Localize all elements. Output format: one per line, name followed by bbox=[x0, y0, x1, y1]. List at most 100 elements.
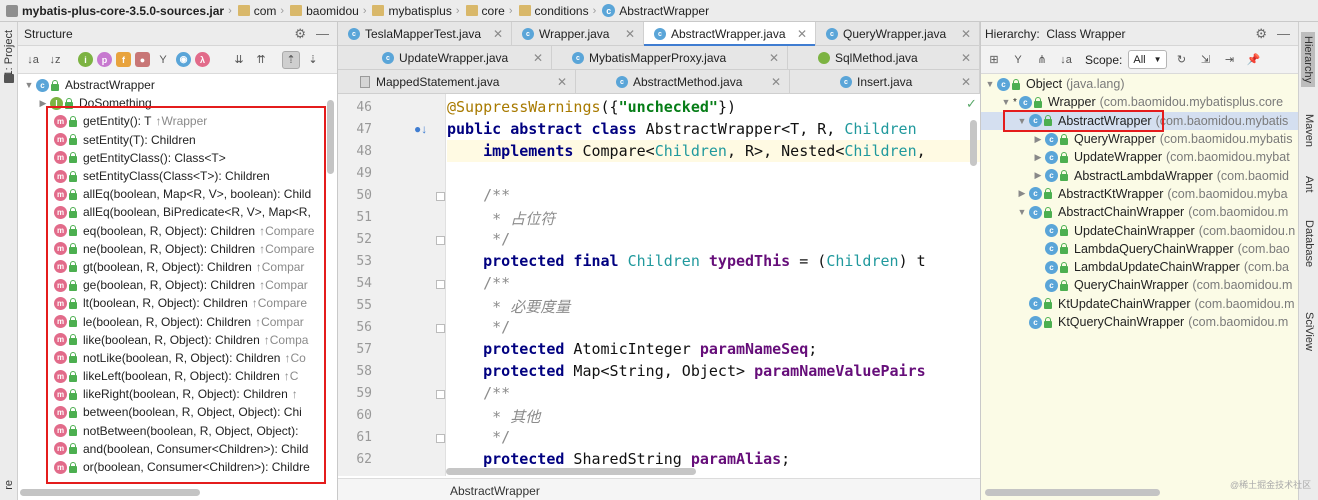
code-line-62[interactable]: protected SharedString paramAlias; bbox=[447, 450, 790, 468]
collapse-arrow-icon[interactable]: ▶ bbox=[1031, 134, 1045, 145]
fold-marker-icon[interactable] bbox=[436, 434, 445, 443]
show-properties-icon[interactable]: p bbox=[97, 52, 112, 67]
code-line-46[interactable]: @SuppressWarnings({"unchecked"}) bbox=[447, 98, 736, 116]
tab-query-wrapper[interactable]: c QueryWrapper.java ✕ bbox=[816, 22, 980, 46]
hierarchy-node[interactable]: c KtQueryChainWrapper (com.baomidou.m bbox=[981, 312, 1298, 332]
close-tab-icon[interactable]: ✕ bbox=[797, 27, 807, 41]
tool-window-maven[interactable]: Maven bbox=[1303, 114, 1315, 147]
breadcrumb-item[interactable]: › baomidou bbox=[276, 4, 358, 18]
close-tab-icon[interactable]: ✕ bbox=[493, 27, 503, 41]
tab-insert[interactable]: c Insert.java ✕ bbox=[790, 70, 980, 94]
hierarchy-node[interactable]: ▼ c AbstractChainWrapper (com.baomidou.m bbox=[981, 203, 1298, 222]
class-hierarchy-icon[interactable]: ⋔ bbox=[1033, 51, 1051, 69]
tree-root[interactable]: ▼ c AbstractWrapper bbox=[18, 76, 337, 94]
subtypes-hierarchy-icon[interactable]: ⊞ bbox=[985, 51, 1003, 69]
tool-window-sciview[interactable]: SciView bbox=[1303, 312, 1315, 351]
hide-panel-icon[interactable]: — bbox=[316, 26, 329, 42]
tool-window-ant[interactable]: Ant bbox=[1303, 176, 1315, 193]
close-tab-icon[interactable]: ✕ bbox=[625, 27, 635, 41]
tab-tesla-mapper-test[interactable]: c TeslaMapperTest.java ✕ bbox=[338, 22, 512, 46]
collapse-arrow-icon[interactable]: ▶ bbox=[1031, 152, 1045, 163]
tab-abstract-wrapper[interactable]: c AbstractWrapper.java ✕ bbox=[644, 22, 816, 47]
sort-alpha-icon[interactable]: ↓z bbox=[46, 51, 64, 69]
expand-all-icon[interactable]: ⇊ bbox=[230, 51, 248, 69]
autoscroll-to-source-icon[interactable]: ⇡ bbox=[282, 50, 300, 69]
sort-alpha-icon[interactable]: ↓a bbox=[1057, 51, 1075, 69]
hierarchy-node[interactable]: ▶ c UpdateWrapper (com.baomidou.mybat bbox=[981, 148, 1298, 167]
code-line-55[interactable]: * 必要度量 bbox=[447, 296, 570, 317]
expand-arrow-icon[interactable]: ▼ bbox=[983, 79, 997, 89]
breadcrumb-item[interactable]: mybatis-plus-core-3.5.0-sources.jar bbox=[4, 4, 224, 18]
close-tab-icon[interactable]: ✕ bbox=[771, 75, 781, 89]
show-lambdas-icon[interactable]: λ bbox=[195, 52, 210, 67]
code-line-52[interactable]: */ bbox=[447, 230, 510, 248]
collapse-all-icon[interactable]: ⇈ bbox=[252, 51, 270, 69]
code-line-47[interactable]: public abstract class AbstractWrapper<T,… bbox=[447, 120, 917, 138]
hide-panel-icon[interactable]: — bbox=[1277, 26, 1290, 42]
structure-vertical-scrollbar[interactable] bbox=[327, 100, 334, 174]
breadcrumb-item[interactable]: › conditions bbox=[505, 4, 589, 18]
collapse-arrow-icon[interactable]: ▶ bbox=[1015, 188, 1029, 199]
inspection-ok-icon[interactable]: ✓ bbox=[966, 96, 977, 112]
close-tab-icon[interactable]: ✕ bbox=[769, 51, 779, 65]
expand-arrow-icon[interactable]: ▼ bbox=[1015, 207, 1029, 217]
show-inherited-icon[interactable]: i bbox=[78, 52, 93, 67]
scope-dropdown[interactable]: All ▼ bbox=[1128, 50, 1167, 69]
tab-update-wrapper[interactable]: c UpdateWrapper.java ✕ bbox=[338, 46, 552, 70]
implemented-gutter-icon[interactable]: ●↓ bbox=[414, 122, 427, 136]
autoscroll-from-source-icon[interactable]: ⇣ bbox=[304, 51, 322, 69]
hierarchy-node[interactable]: c KtUpdateChainWrapper (com.baomidou.m bbox=[981, 294, 1298, 313]
fold-marker-icon[interactable] bbox=[436, 280, 445, 289]
tab-wrapper[interactable]: c Wrapper.java ✕ bbox=[512, 22, 644, 46]
tab-sql-method[interactable]: SqlMethod.java ✕ bbox=[788, 46, 980, 70]
settings-gear-icon[interactable]: ⚙ bbox=[1255, 26, 1267, 42]
fold-marker-icon[interactable] bbox=[436, 236, 445, 245]
tab-mapped-statement[interactable]: MappedStatement.java ✕ bbox=[338, 70, 576, 94]
tab-abstract-method[interactable]: c AbstractMethod.java ✕ bbox=[576, 70, 790, 94]
fold-marker-icon[interactable] bbox=[436, 324, 445, 333]
tool-window-hierarchy[interactable]: Hierarchy bbox=[1301, 32, 1315, 88]
hierarchy-node[interactable]: ▶ c AbstractKtWrapper (com.baomidou.myba bbox=[981, 184, 1298, 204]
breadcrumb-item[interactable]: › c AbstractWrapper bbox=[589, 4, 709, 18]
breadcrumb-item[interactable]: › core bbox=[452, 4, 505, 18]
export-icon[interactable]: ⇥ bbox=[1221, 51, 1239, 69]
code-line-57[interactable]: protected AtomicInteger paramNameSeq; bbox=[447, 340, 817, 358]
code-line-56[interactable]: */ bbox=[447, 318, 510, 336]
hierarchy-node[interactable]: c QueryChainWrapper (com.baomidou.m bbox=[981, 276, 1298, 295]
collapse-arrow-icon[interactable]: ▶ bbox=[1031, 170, 1045, 181]
code-line-51[interactable]: * 占位符 bbox=[447, 208, 555, 229]
hierarchy-horizontal-scrollbar[interactable] bbox=[985, 489, 1160, 496]
sort-visibility-icon[interactable]: ↓a bbox=[24, 51, 42, 69]
breadcrumb-item[interactable]: › com bbox=[224, 4, 276, 18]
editor-vertical-scrollbar[interactable] bbox=[970, 120, 977, 166]
close-tab-icon[interactable]: ✕ bbox=[961, 75, 971, 89]
show-anonymous-icon[interactable]: Y bbox=[154, 51, 172, 69]
hierarchy-node[interactable]: c LambdaUpdateChainWrapper (com.ba bbox=[981, 257, 1298, 277]
hierarchy-node[interactable]: ▶ c QueryWrapper (com.baomidou.mybatis bbox=[981, 129, 1298, 149]
code-line-59[interactable]: /** bbox=[447, 384, 510, 402]
expand-arrow-icon[interactable]: ▼ bbox=[22, 80, 36, 90]
code-line-54[interactable]: /** bbox=[447, 274, 510, 292]
tab-mybatis-mapper-proxy[interactable]: c MybatisMapperProxy.java ✕ bbox=[552, 46, 788, 70]
structure-horizontal-scrollbar[interactable] bbox=[20, 489, 200, 496]
show-non-public-icon[interactable]: ● bbox=[135, 52, 150, 67]
close-tab-icon[interactable]: ✕ bbox=[961, 51, 971, 65]
hierarchy-node[interactable]: ▶ c AbstractLambdaWrapper (com.baomid bbox=[981, 166, 1298, 185]
show-fields-icon[interactable]: f bbox=[116, 52, 131, 67]
breadcrumb-item[interactable]: › mybatisplus bbox=[359, 4, 452, 18]
close-tab-icon[interactable]: ✕ bbox=[557, 75, 567, 89]
code-line-53[interactable]: protected final Children typedThis = (Ch… bbox=[447, 252, 926, 270]
close-tab-icon[interactable]: ✕ bbox=[961, 27, 971, 41]
settings-gear-icon[interactable]: ⚙ bbox=[294, 26, 306, 42]
left-strip-bottom-label[interactable]: re bbox=[3, 480, 15, 490]
hierarchy-node[interactable]: c LambdaQueryChainWrapper (com.bao bbox=[981, 239, 1298, 258]
expand-arrow-icon[interactable]: ▼ bbox=[999, 97, 1013, 107]
code-line-61[interactable]: */ bbox=[447, 428, 510, 446]
code-line-58[interactable]: protected Map<String, Object> paramNameV… bbox=[447, 362, 926, 380]
fold-marker-icon[interactable] bbox=[436, 390, 445, 399]
show-classes-icon[interactable]: ◉ bbox=[176, 52, 191, 67]
supertypes-hierarchy-icon[interactable]: Y bbox=[1009, 51, 1027, 69]
refresh-icon[interactable]: ↻ bbox=[1173, 51, 1191, 69]
close-tab-icon[interactable]: ✕ bbox=[533, 51, 543, 65]
fold-marker-icon[interactable] bbox=[436, 192, 445, 201]
